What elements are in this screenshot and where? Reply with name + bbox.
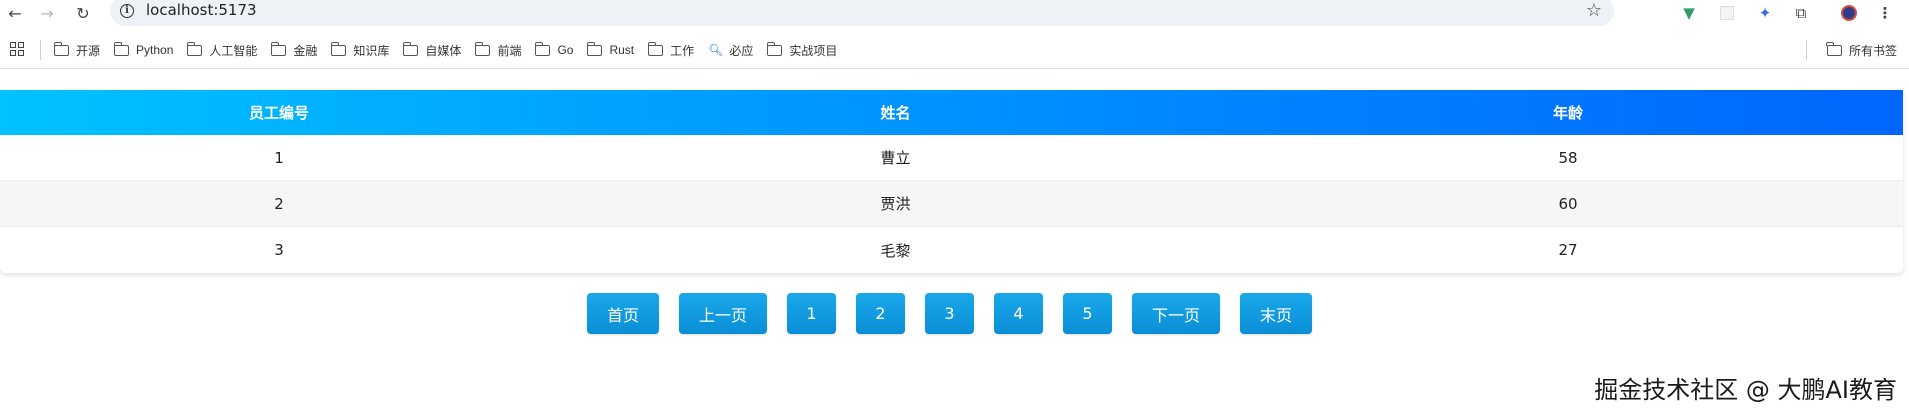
- table-row: 1 曹立 58: [0, 135, 1903, 181]
- page-button-1[interactable]: 1: [787, 293, 836, 334]
- bookmark-item[interactable]: 人工智能: [186, 41, 258, 59]
- bookmark-label: 自媒体: [425, 43, 462, 58]
- employee-table: 员工编号 姓名 年龄 1 曹立 58 2 贾洪 60 3 毛黎 27: [0, 90, 1903, 273]
- table-header: 员工编号 姓名 年龄: [0, 90, 1903, 135]
- folder-icon: [474, 41, 491, 56]
- bookmark-item[interactable]: 开源: [53, 41, 101, 59]
- folder-icon: [586, 41, 603, 56]
- address-bar[interactable]: i localhost:5173 ☆: [110, 0, 1614, 26]
- next-page-button[interactable]: 下一页: [1132, 293, 1220, 334]
- cell-name: 曹立: [880, 149, 911, 167]
- header-name: 姓名: [880, 104, 911, 122]
- cell-age: 27: [1558, 241, 1578, 259]
- bookmark-list: 开源 Python 人工智能 金融 知识库 自媒体 前端 Go Rust 工作 🔍︎ 必应 实战项目: [53, 37, 851, 63]
- all-bookmarks[interactable]: 所有书签: [1826, 37, 1897, 63]
- bookmark-item[interactable]: Python: [113, 41, 174, 57]
- bookmark-item[interactable]: 前端: [474, 41, 522, 59]
- page-button-2[interactable]: 2: [856, 293, 905, 334]
- bookmark-label: 工作: [670, 43, 695, 58]
- bookmark-star-icon[interactable]: ☆: [1586, 0, 1602, 21]
- bookmark-label: 前端: [497, 43, 522, 58]
- folder-icon: [534, 41, 551, 56]
- menu-icon[interactable]: ⋮: [1874, 2, 1896, 24]
- watermark: 掘金技术社区 @ 大鹏AI教育: [1594, 376, 1897, 404]
- forward-icon[interactable]: →: [36, 2, 58, 24]
- cell-employee-id: 2: [274, 194, 284, 213]
- cell-age: 60: [1558, 194, 1578, 213]
- bookmark-item[interactable]: 工作: [647, 41, 695, 59]
- cell-name: 贾洪: [880, 195, 911, 213]
- bookmark-item[interactable]: 知识库: [330, 41, 390, 59]
- header-age: 年龄: [1552, 104, 1583, 122]
- header-employee-id: 员工编号: [248, 104, 309, 122]
- folder-icon: [113, 41, 130, 56]
- bird-extension-icon[interactable]: ✦: [1754, 2, 1776, 24]
- folder-icon: [186, 41, 203, 56]
- bookmarks-divider: [40, 40, 41, 60]
- bookmark-label: 必应: [729, 43, 754, 58]
- bookmark-label: Python: [136, 43, 174, 57]
- bookmark-label: Go: [557, 43, 574, 57]
- bookmark-label: 知识库: [353, 43, 390, 58]
- bookmark-label: 开源: [76, 43, 101, 58]
- puzzle-icon[interactable]: ⧉: [1790, 2, 1812, 24]
- folder-icon: [402, 41, 419, 56]
- bookmark-label: 人工智能: [209, 43, 258, 58]
- bookmark-item[interactable]: Go: [534, 41, 574, 57]
- pagination: 首页 上一页 1 2 3 4 5 下一页 末页: [587, 293, 1312, 334]
- table-row: 3 毛黎 27: [0, 227, 1903, 273]
- bookmarks-bar: 开源 Python 人工智能 金融 知识库 自媒体 前端 Go Rust 工作 🔍︎ 必应 实战项目 所…: [0, 37, 1909, 63]
- blank-extension-icon[interactable]: [1716, 2, 1738, 24]
- bookmark-item[interactable]: 实战项目: [766, 41, 838, 59]
- page-button-4[interactable]: 4: [994, 293, 1043, 334]
- cell-age: 58: [1558, 148, 1578, 167]
- bookmark-label: 实战项目: [789, 43, 838, 58]
- chrome-divider: [0, 68, 1909, 69]
- apps-icon[interactable]: [10, 42, 24, 56]
- all-bookmarks-label: 所有书签: [1848, 43, 1897, 58]
- folder-icon: [1826, 41, 1842, 56]
- prev-page-button[interactable]: 上一页: [679, 293, 767, 334]
- last-page-button[interactable]: 末页: [1240, 293, 1312, 334]
- table-row: 2 贾洪 60: [0, 181, 1903, 227]
- profile-icon[interactable]: [1838, 2, 1860, 24]
- back-icon[interactable]: ←: [4, 2, 26, 24]
- reload-icon[interactable]: ↻: [72, 2, 94, 24]
- search-icon: 🔍︎: [708, 43, 724, 57]
- browser-toolbar: ← → ↻ i localhost:5173 ☆ ▼ ✦ ⧉ ⋮: [0, 0, 1909, 26]
- page-button-5[interactable]: 5: [1063, 293, 1112, 334]
- vue-icon[interactable]: ▼: [1678, 2, 1700, 24]
- folder-icon: [53, 41, 69, 56]
- bookmarks-right-divider: [1806, 40, 1807, 60]
- bookmark-item[interactable]: Rust: [586, 41, 635, 57]
- cell-employee-id: 1: [274, 148, 284, 167]
- page-button-3[interactable]: 3: [925, 293, 974, 334]
- folder-icon: [330, 41, 347, 56]
- cell-employee-id: 3: [274, 241, 284, 259]
- bookmark-item[interactable]: 🔍︎ 必应: [708, 42, 753, 59]
- bookmark-label: Rust: [609, 43, 635, 57]
- site-info-icon[interactable]: i: [120, 4, 134, 18]
- first-page-button[interactable]: 首页: [587, 293, 659, 334]
- bookmark-item[interactable]: 自媒体: [402, 41, 462, 59]
- folder-icon: [766, 41, 783, 56]
- bookmark-item[interactable]: 金融: [270, 41, 318, 59]
- bookmark-label: 金融: [293, 43, 318, 58]
- folder-icon: [270, 41, 287, 56]
- url-text[interactable]: localhost:5173: [146, 1, 257, 19]
- folder-icon: [647, 41, 664, 56]
- cell-name: 毛黎: [880, 241, 911, 260]
